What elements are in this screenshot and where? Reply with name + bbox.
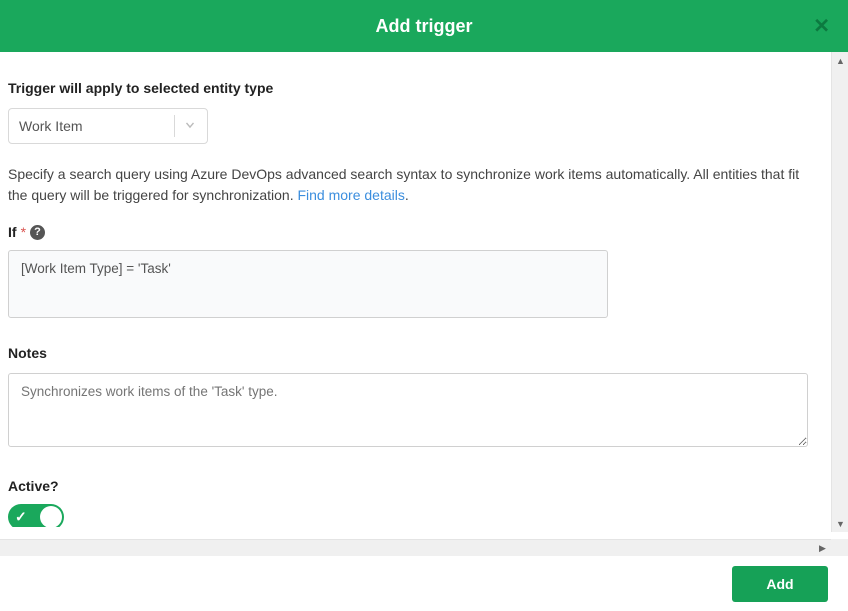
find-more-details-link[interactable]: Find more details — [297, 187, 404, 203]
dialog-header: Add trigger ✕ — [0, 0, 848, 52]
scroll-up-arrow-icon[interactable]: ▲ — [832, 52, 848, 69]
horizontal-scrollbar[interactable]: ▶ — [0, 539, 831, 556]
scroll-right-arrow-icon[interactable]: ▶ — [814, 540, 831, 557]
if-label: If — [8, 224, 17, 240]
check-icon: ✓ — [15, 509, 27, 526]
entity-type-selected-value: Work Item — [19, 118, 83, 134]
scroll-down-arrow-icon[interactable]: ▼ — [832, 515, 848, 532]
add-button[interactable]: Add — [732, 566, 828, 602]
entity-type-label: Trigger will apply to selected entity ty… — [8, 80, 822, 96]
dialog-body-scrollarea: Trigger will apply to selected entity ty… — [0, 52, 848, 556]
select-divider — [174, 115, 175, 137]
if-query-input[interactable] — [8, 250, 608, 318]
if-label-row: If* ? — [8, 224, 822, 240]
toggle-knob — [40, 506, 62, 527]
notes-label: Notes — [8, 345, 822, 361]
notes-input[interactable] — [8, 373, 808, 447]
chevron-down-icon — [183, 118, 197, 135]
description-text: Specify a search query using Azure DevOp… — [8, 164, 822, 206]
required-asterisk: * — [21, 224, 26, 240]
close-icon[interactable]: ✕ — [813, 14, 830, 39]
dialog-footer: Add — [0, 556, 848, 611]
dialog-body: Trigger will apply to selected entity ty… — [0, 52, 830, 527]
dialog-title: Add trigger — [376, 16, 473, 37]
scroll-corner — [831, 539, 848, 556]
help-icon[interactable]: ? — [30, 225, 45, 240]
active-label: Active? — [8, 478, 822, 494]
entity-type-select[interactable]: Work Item — [8, 108, 208, 144]
active-toggle[interactable]: ✓ — [8, 504, 64, 527]
vertical-scrollbar[interactable]: ▲ ▼ — [831, 52, 848, 532]
